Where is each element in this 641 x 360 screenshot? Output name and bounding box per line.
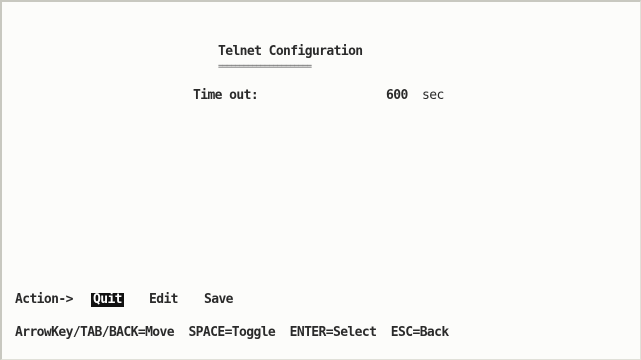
terminal-screen: Telnet Configuration ===================… xyxy=(0,0,641,360)
page-title: Telnet Configuration xyxy=(218,44,363,59)
timeout-unit: sec xyxy=(422,88,444,103)
action-prompt: Action-> xyxy=(15,292,73,307)
title-underline: ====================== xyxy=(218,62,312,72)
timeout-label: Time out: xyxy=(193,88,259,103)
quit-action[interactable]: Quit xyxy=(91,293,124,307)
timeout-value-field[interactable]: 600 xyxy=(386,89,408,103)
save-action[interactable]: Save xyxy=(202,293,235,307)
edit-action[interactable]: Edit xyxy=(147,293,180,307)
key-help-line: ArrowKey/TAB/BACK=Move SPACE=Toggle ENTE… xyxy=(15,325,449,340)
